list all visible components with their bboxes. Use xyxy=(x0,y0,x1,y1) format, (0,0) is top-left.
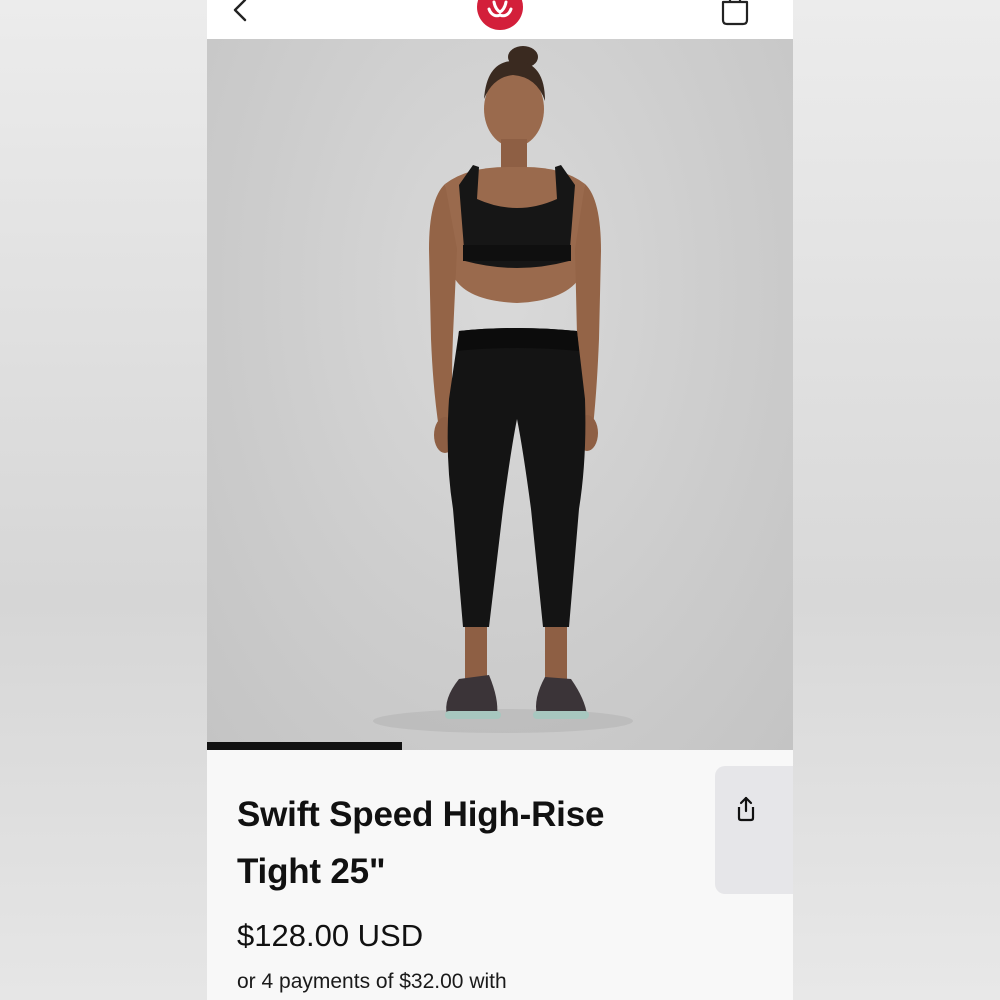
share-icon xyxy=(737,796,755,822)
product-price: $128.00 USD xyxy=(237,918,424,953)
top-nav-bar xyxy=(207,0,793,39)
chevron-left-icon xyxy=(233,0,247,22)
product-image[interactable] xyxy=(207,39,793,750)
right-backdrop xyxy=(793,0,1000,1000)
product-info-panel: Swift Speed High-Rise Tight 25" $128.00 … xyxy=(207,750,793,1000)
gallery-progress-track xyxy=(207,742,793,750)
share-button[interactable] xyxy=(715,766,793,894)
product-title: Swift Speed High-Rise Tight 25" xyxy=(237,795,605,891)
shopping-bag-button[interactable] xyxy=(717,0,753,28)
back-button[interactable] xyxy=(227,0,257,26)
model-photo xyxy=(373,46,633,733)
gallery-progress-indicator xyxy=(207,742,402,750)
installments-text: or 4 payments of $32.00 with xyxy=(237,970,507,993)
left-backdrop xyxy=(0,0,207,1000)
lululemon-logo-icon[interactable] xyxy=(477,0,523,30)
phone-screen: Swift Speed High-Rise Tight 25" $128.00 … xyxy=(207,0,793,1000)
shopping-bag-icon xyxy=(721,0,749,26)
